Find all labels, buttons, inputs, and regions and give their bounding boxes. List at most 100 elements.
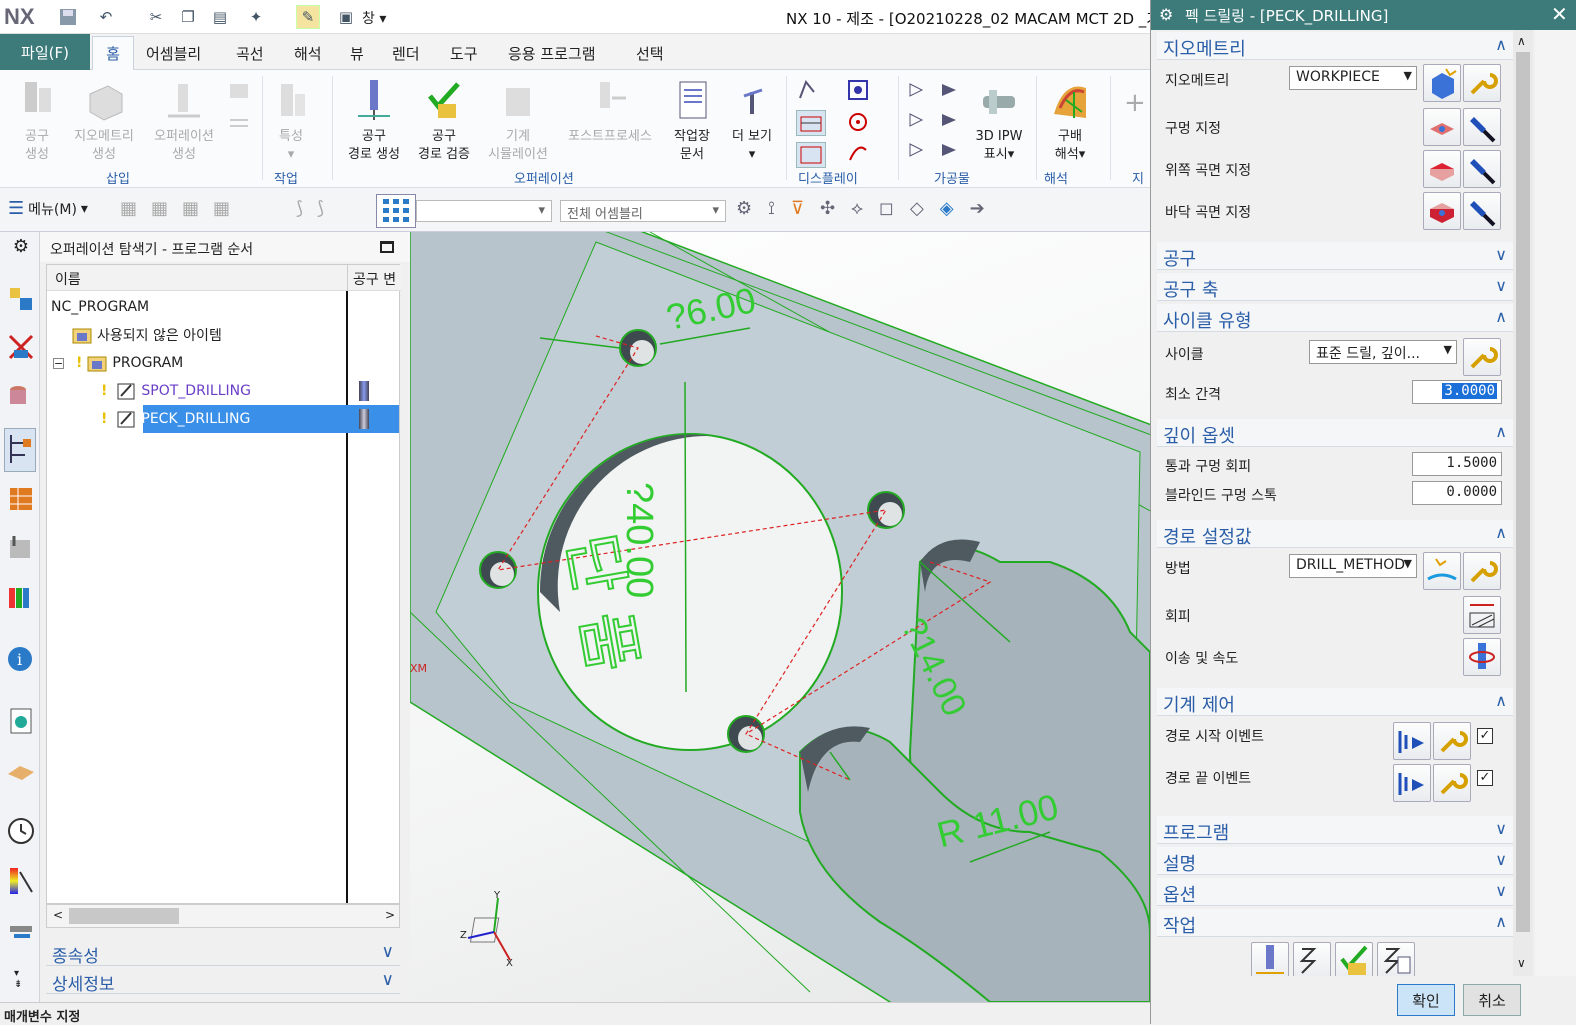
assembly-navigator-icon[interactable] bbox=[6, 284, 36, 314]
geometry-select[interactable]: WORKPIECE ▼ bbox=[1289, 66, 1417, 90]
scroll-right-icon[interactable]: > bbox=[385, 908, 395, 922]
edit-wrench-icon[interactable] bbox=[1463, 64, 1501, 102]
window-menu[interactable]: 창 ▾ bbox=[362, 8, 386, 28]
paste-icon[interactable]: ▤ bbox=[208, 5, 232, 29]
scroll-thumb[interactable] bbox=[69, 908, 179, 924]
close-icon[interactable]: ✕ bbox=[1551, 2, 1568, 26]
graphics-window[interactable]: ?6.00 ?40.00 단 품 ?14.00 R 11.00 XM Y X Z bbox=[410, 232, 1150, 1002]
display-blank-icon[interactable] bbox=[796, 110, 826, 136]
postprocess-button[interactable]: 포스트프로세스 bbox=[560, 76, 660, 146]
tab-assembly[interactable]: 어셈블리 bbox=[146, 43, 201, 64]
section-path-settings[interactable]: 경로 설정값 ∧ bbox=[1157, 520, 1513, 548]
display-point-icon[interactable] bbox=[846, 110, 870, 134]
undo-icon[interactable]: ↶ bbox=[94, 5, 118, 29]
tree-row-spot-drilling[interactable]: ! SPOT_DRILLING bbox=[47, 377, 399, 405]
create-geometry-button[interactable]: 지오메트리 생성 bbox=[66, 76, 142, 164]
through-hole-clearance-input[interactable]: 1.5000 bbox=[1412, 452, 1502, 476]
operation-navigator-icon[interactable] bbox=[4, 428, 36, 472]
settings-gear-icon[interactable]: ⚙ bbox=[6, 236, 36, 266]
section-tool-axis[interactable]: 공구 축 ∨ bbox=[1157, 273, 1513, 301]
list-action-icon[interactable] bbox=[1377, 942, 1415, 976]
edit-end-wrench-icon[interactable] bbox=[1433, 764, 1471, 802]
verify-toolpath-button[interactable]: 공구 경로 검증 bbox=[410, 76, 478, 164]
horizontal-scrollbar[interactable]: < > bbox=[46, 904, 400, 928]
generate-action-icon[interactable] bbox=[1251, 942, 1289, 976]
menu-button[interactable]: ☰ 메뉴(M) ▾ bbox=[8, 198, 88, 219]
top-surface-icon[interactable] bbox=[1423, 150, 1461, 188]
maximize-icon[interactable] bbox=[380, 241, 394, 253]
window-icon[interactable]: ▣ bbox=[334, 5, 358, 29]
tab-view[interactable]: 뷰 bbox=[350, 43, 364, 64]
method-icon[interactable] bbox=[228, 80, 250, 102]
method-select[interactable]: DRILL_METHOD ▼ bbox=[1289, 554, 1417, 578]
section-program[interactable]: 프로그램 ∨ bbox=[1157, 816, 1513, 844]
clock-icon[interactable] bbox=[6, 816, 36, 846]
web-browser-icon[interactable] bbox=[6, 706, 36, 736]
create-tool-button[interactable]: 공구 생성 bbox=[14, 76, 60, 164]
tab-analysis[interactable]: 해석 bbox=[294, 43, 322, 64]
cut-icon[interactable]: ✂ bbox=[144, 5, 168, 29]
bottom-surface-icon[interactable] bbox=[1423, 192, 1461, 230]
ok-button[interactable]: 확인 bbox=[1397, 984, 1455, 1016]
scroll-up-icon[interactable]: ∧ bbox=[1517, 34, 1526, 48]
display-curve-icon[interactable] bbox=[846, 140, 870, 164]
cycle-select[interactable]: 표준 드릴, 깊이... ▼ bbox=[1309, 340, 1457, 364]
tab-selection[interactable]: 선택 bbox=[636, 43, 664, 64]
more-button[interactable]: 더 보기 ▾ bbox=[724, 76, 780, 164]
part-navigator-icon[interactable] bbox=[6, 382, 36, 412]
machine-tool-navigator-icon[interactable] bbox=[6, 484, 36, 514]
repeat-command-icon[interactable]: ✦ bbox=[244, 5, 268, 29]
section-options[interactable]: 옵션 ∨ bbox=[1157, 878, 1513, 906]
constraint-navigator-icon[interactable] bbox=[6, 332, 36, 362]
type-filter-combo[interactable]: ▾ bbox=[416, 200, 552, 222]
hole-select-icon[interactable] bbox=[1423, 108, 1461, 146]
scroll-thumb[interactable] bbox=[1516, 52, 1530, 932]
copy-icon[interactable]: ❐ bbox=[176, 5, 200, 29]
column-name[interactable]: 이름 bbox=[55, 269, 81, 289]
start-event-icon[interactable] bbox=[1393, 722, 1431, 760]
section-machine-control[interactable]: 기계 제어 ∧ bbox=[1157, 688, 1513, 716]
machine-simulation-button[interactable]: 기계 시뮬레이션 bbox=[482, 76, 554, 164]
min-clearance-input[interactable]: 3.0000 bbox=[1412, 380, 1502, 404]
display-flashlight-icon[interactable] bbox=[1463, 108, 1501, 146]
collapse-icon[interactable]: − bbox=[53, 357, 64, 369]
tab-home[interactable]: 홈 bbox=[92, 36, 134, 70]
feeds-speeds-icon[interactable] bbox=[1463, 638, 1501, 676]
touch-mode-icon[interactable]: ✎ bbox=[296, 5, 320, 29]
tab-tools[interactable]: 도구 bbox=[450, 43, 478, 64]
dependency-section[interactable]: 종속성 ∨ bbox=[46, 940, 400, 967]
3d-ipw-display-button[interactable]: 3D IPW 표시▾ bbox=[968, 76, 1030, 164]
start-event-checkbox[interactable]: ✓ bbox=[1477, 728, 1493, 744]
avoidance-icon[interactable] bbox=[1463, 596, 1501, 634]
section-cycle-type[interactable]: 사이클 유형 ∧ bbox=[1157, 304, 1513, 332]
generate-toolpath-button[interactable]: 공구 경로 생성 bbox=[340, 76, 408, 164]
feature-button[interactable]: 특성 ▾ bbox=[268, 76, 314, 164]
display-cut-icon[interactable] bbox=[796, 142, 826, 168]
info-icon[interactable]: i bbox=[6, 644, 36, 674]
column-tool[interactable]: 공구 변 bbox=[353, 269, 396, 289]
display-layout-icon[interactable] bbox=[846, 78, 870, 102]
display-flashlight-icon[interactable] bbox=[1463, 150, 1501, 188]
history-books-icon[interactable] bbox=[6, 582, 36, 612]
save-icon[interactable] bbox=[56, 5, 80, 29]
reuse-library-icon[interactable] bbox=[6, 532, 36, 562]
workpiece-icon[interactable] bbox=[228, 110, 250, 132]
display-flashlight-icon[interactable] bbox=[1463, 192, 1501, 230]
view-triad[interactable]: Y X Z bbox=[458, 888, 528, 969]
blind-hole-stock-input[interactable]: 0.0000 bbox=[1412, 481, 1502, 505]
section-actions[interactable]: 작업 ∧ bbox=[1157, 909, 1513, 937]
end-event-icon[interactable] bbox=[1393, 764, 1431, 802]
selection-tools-group[interactable]: ⚙⟟⊽✣⟡◻◇◈➔ bbox=[736, 198, 1136, 224]
tree-row-nc-program[interactable]: NC_PROGRAM bbox=[47, 293, 399, 321]
details-section[interactable]: 상세정보 ∨ bbox=[46, 968, 400, 995]
end-event-checkbox[interactable]: ✓ bbox=[1477, 770, 1493, 786]
verify-action-icon[interactable] bbox=[1335, 942, 1373, 976]
point-icon[interactable]: + bbox=[1124, 88, 1146, 118]
shop-documentation-button[interactable]: 작업장 문서 bbox=[664, 76, 720, 164]
create-operation-button[interactable]: 오퍼레이션 생성 bbox=[146, 76, 222, 164]
replay-action-icon[interactable] bbox=[1293, 942, 1331, 976]
cancel-button[interactable]: 취소 bbox=[1463, 984, 1521, 1016]
handshake-icon[interactable] bbox=[6, 756, 36, 786]
tree-row-peck-drilling[interactable]: ! PECK_DRILLING bbox=[47, 405, 399, 433]
assembly-filter-combo[interactable]: 전체 어셈블리 ▾ bbox=[560, 200, 726, 222]
